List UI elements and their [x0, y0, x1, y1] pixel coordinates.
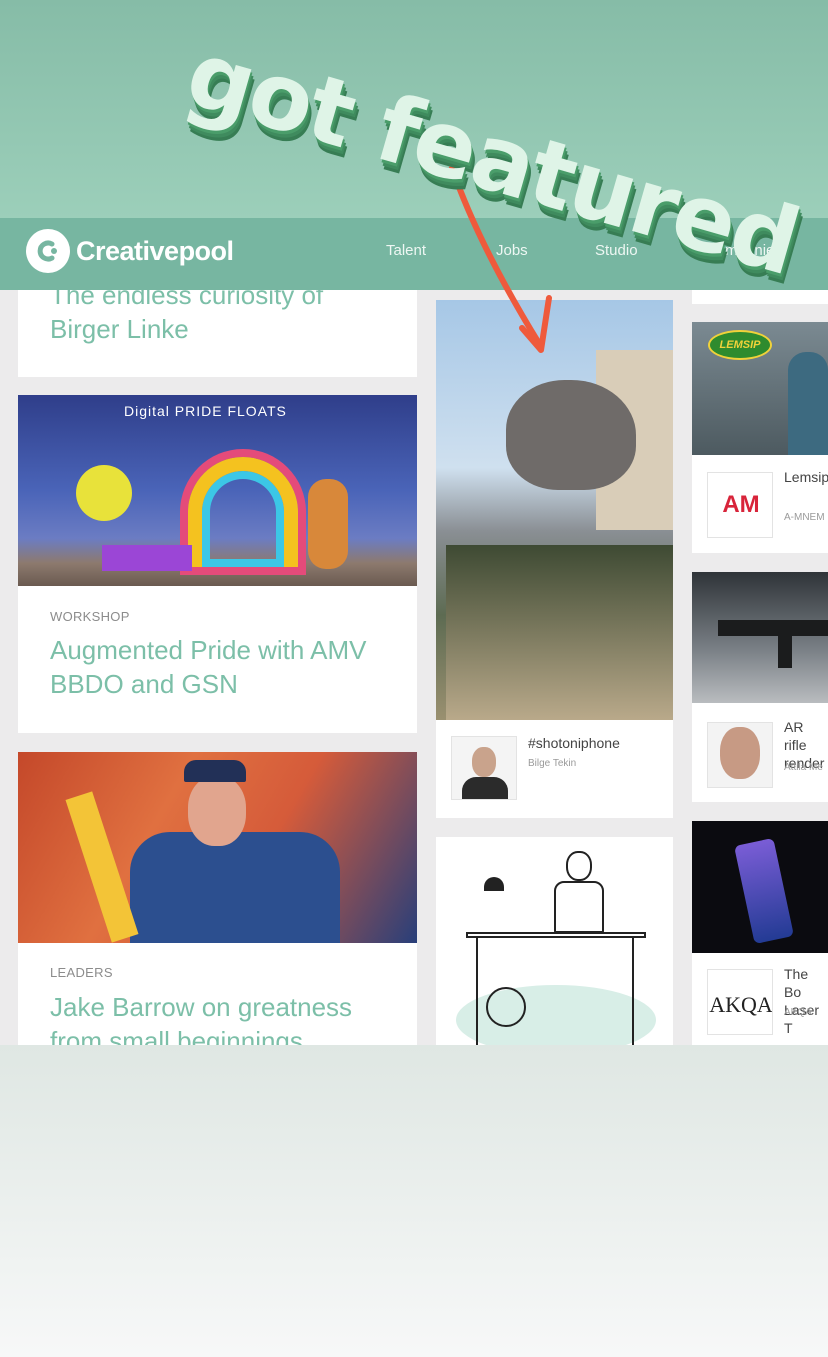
company-title: The Bo Laser T [784, 966, 820, 1036]
article-card-jake[interactable]: LEADERS Jake Barrow on greatness from sm… [18, 752, 417, 1045]
desk-leg-shape [632, 937, 634, 1045]
pride-image: Digital PRIDE FLOATS [18, 395, 417, 586]
company-logo-text: AKQA [709, 992, 773, 1017]
avatar-body-shape [462, 777, 508, 799]
illustration-image [436, 837, 673, 1045]
bird-shape [76, 465, 132, 521]
phone-shape [734, 837, 794, 945]
company-title: Lemsip you" [784, 469, 828, 485]
author-avatar [707, 722, 773, 788]
author-avatar [451, 736, 517, 800]
article-title: Jake Barrow on greatness from small begi… [50, 992, 353, 1045]
jake-barrow-image [18, 752, 417, 943]
floor-ellipse-shape [456, 985, 656, 1045]
company-card-akqa[interactable]: AKQA The Bo Laser T AKQA [692, 821, 828, 1045]
article-kicker: LEADERS [50, 965, 113, 980]
company-sub: AKQA [784, 1007, 812, 1018]
face-shape [188, 776, 246, 846]
article-kicker: WORKSHOP [50, 609, 130, 624]
company-sub: A-MNEM [784, 512, 825, 523]
akqa-image [692, 821, 828, 953]
cap-shape [184, 760, 246, 782]
lamp-shape [484, 877, 504, 891]
company-card-rifle[interactable]: AR rifle render Attila Me [692, 572, 828, 802]
company-logo-text: AM [722, 491, 760, 518]
pencil-shape [65, 791, 139, 943]
rainbow-shape [188, 457, 298, 567]
plant-shape [486, 987, 526, 1027]
article-grid: The endless curiosity of Birger Linke Di… [0, 290, 828, 1045]
wall-shape [446, 545, 673, 720]
showcase-title: #shotoniphone [528, 735, 620, 751]
company-logo: AM [707, 472, 773, 538]
showcase-card-illustration[interactable] [436, 837, 673, 1045]
article-card-pride[interactable]: Digital PRIDE FLOATS WORKSHOP Augmented … [18, 395, 417, 733]
desk-leg-shape [476, 937, 478, 1045]
pride-image-caption: Digital PRIDE FLOATS [124, 403, 287, 419]
rifle-grip-shape [778, 632, 792, 668]
person-body-shape [554, 881, 604, 933]
story-bottom-background [0, 1045, 828, 1357]
shirt-shape [130, 832, 340, 943]
person-head-shape [566, 851, 592, 881]
showcase-author: Bilge Tekin [528, 758, 577, 769]
rifle-image [692, 572, 828, 703]
article-title: Augmented Pride with AMV BBDO and GSN [50, 635, 367, 699]
rifle-shape [718, 620, 828, 636]
company-logo: AKQA [707, 969, 773, 1035]
company-sub: Attila Me [784, 762, 823, 773]
avatar-face-shape [472, 747, 496, 777]
gingerbread-shape [308, 479, 348, 569]
avatar-face-shape [720, 727, 760, 779]
float-shape [102, 545, 192, 571]
